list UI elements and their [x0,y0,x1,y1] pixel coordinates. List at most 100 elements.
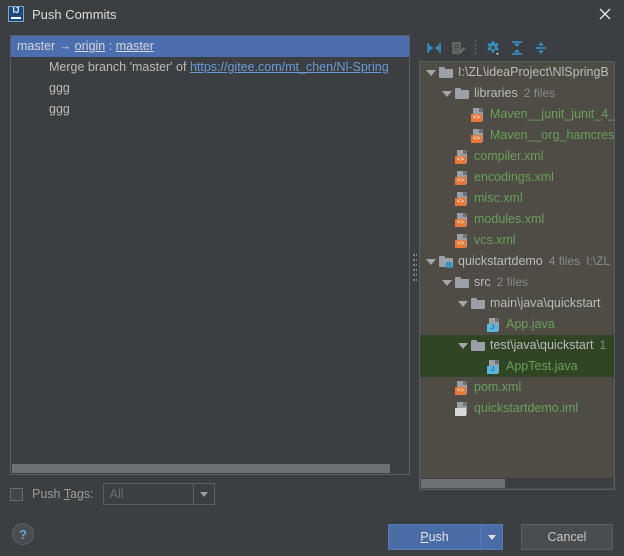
chevron-down-icon [442,90,452,97]
tree-twisty-expanded-icon[interactable] [456,300,470,307]
chevron-down-icon [487,534,496,540]
tree-row[interactable]: <> compiler.xml [420,146,614,167]
collapse-lines-icon [536,42,546,54]
push-tags-combobox-arrow[interactable] [192,484,214,504]
commit-message-text: ggg [49,102,70,116]
chevron-down-icon [426,258,436,265]
java-badge-icon: J [487,365,498,374]
settings-button[interactable] [482,37,504,59]
tree-row[interactable]: J App.java [420,314,614,335]
xml-badge-icon: <> [471,113,482,122]
collapse-all-button[interactable] [423,37,445,59]
commit-list-panel[interactable]: master → origin : master Merge branch 'm… [10,35,410,475]
expand-all-icon [512,41,522,55]
java-badge-icon: J [487,323,498,332]
tree-twisty-expanded-icon[interactable] [424,69,438,76]
edit-source-icon [452,42,466,55]
tree-twisty-expanded-icon[interactable] [440,279,454,286]
scrollbar-thumb[interactable] [421,479,505,488]
tree-row[interactable]: <> Maven__junit_junit_4_1 [420,104,614,125]
close-button[interactable] [592,2,618,26]
tree-row-name: src [474,275,491,289]
tree-row[interactable]: test\java\quickstart 1 [420,335,614,356]
splitter-dots-icon [413,254,417,282]
tree-row-name: vcs.xml [474,233,516,247]
collapse-lines-button[interactable] [530,37,552,59]
commit-row[interactable]: Merge branch 'master' of https://gitee.c… [11,57,409,78]
commit-row[interactable]: ggg [11,78,409,99]
folder-icon [454,86,470,102]
branch-header-row[interactable]: master → origin : master [11,36,409,57]
tree-twisty-expanded-icon[interactable] [424,258,438,265]
tree-row-name: Maven__org_hamcres [490,128,614,142]
xml-file-icon: <> [454,149,470,165]
tree-scroll-area[interactable]: I:\ZL\ideaProject\NlSpringB libraries 2 fi… [420,62,614,478]
window-title: Push Commits [32,6,117,22]
tree-row[interactable]: I:\ZL\ideaProject\NlSpringB [420,62,614,83]
xml-badge-icon: <> [455,386,466,395]
local-branch-label: master [17,39,56,53]
settings-gear-icon [487,41,499,56]
cancel-button[interactable]: Cancel [521,524,613,550]
remote-branch-link[interactable]: master [116,39,154,53]
tree-row-name: quickstartdemo.iml [474,401,579,415]
xml-badge-icon: <> [455,155,466,164]
scrollbar-thumb[interactable] [12,464,390,473]
commit-list-horizontal-scrollbar[interactable] [12,463,408,473]
xml-badge-icon: <> [455,176,466,185]
commit-list[interactable]: master → origin : master Merge branch 'm… [11,36,409,463]
tree-row[interactable]: <> encodings.xml [420,167,614,188]
xml-file-icon: <> [454,212,470,228]
commit-message-url[interactable]: https://gitee.com/mt_chen/Nl-Spring [190,60,389,74]
xml-badge-icon: <> [455,218,466,227]
push-tags-label-after: ags: [70,487,94,501]
tree-toolbar [419,35,615,61]
tree-row[interactable]: <> misc.xml [420,188,614,209]
file-tree[interactable]: I:\ZL\ideaProject\NlSpringB libraries 2 fi… [419,61,615,490]
tree-horizontal-scrollbar[interactable] [421,478,613,488]
panel-splitter-handle[interactable] [411,248,419,288]
folder-icon [470,296,486,312]
push-dropdown-button[interactable] [480,524,503,550]
help-button[interactable]: ? [12,523,34,545]
push-tags-row: Push Tags: All [10,483,215,505]
file-tree-panel: I:\ZL\ideaProject\NlSpringB libraries 2 fi… [419,35,615,490]
tree-row-name: quickstartdemo [458,254,543,268]
tree-row-name: libraries [474,86,518,100]
tree-row[interactable]: <> Maven__org_hamcres [420,125,614,146]
tree-row-name: modules.xml [474,212,545,226]
folder-icon [438,254,454,270]
tree-twisty-expanded-icon[interactable] [440,90,454,97]
tree-row[interactable]: main\java\quickstart [420,293,614,314]
push-tags-combobox[interactable]: All [102,483,215,505]
intellij-idea-icon [8,6,24,22]
arrow-label: → [58,39,72,53]
tree-row[interactable]: J AppTest.java [420,356,614,377]
commit-row[interactable]: ggg [11,99,409,120]
tree-row[interactable]: src 2 files [420,272,614,293]
push-button[interactable]: Push [388,524,480,550]
tree-row-name: App.java [506,317,555,331]
tree-row-name: encodings.xml [474,170,554,184]
expand-all-button[interactable] [506,37,528,59]
tree-row[interactable]: <> modules.xml [420,209,614,230]
remote-name-link[interactable]: origin [75,39,106,53]
tree-twisty-expanded-icon[interactable] [456,342,470,349]
tree-row[interactable]: libraries 2 files [420,83,614,104]
chevron-down-icon [442,279,452,286]
xml-file-icon: <> [470,107,486,123]
collapse-all-icon [427,43,441,53]
toolbar-separator [475,40,476,56]
module-badge-icon [446,261,452,268]
tree-row[interactable]: quickstartdemo.iml [420,398,614,419]
tree-row[interactable]: <> pom.xml [420,377,614,398]
push-split-button[interactable]: Push [388,524,503,550]
tree-row[interactable]: <> vcs.xml [420,230,614,251]
tree-row-meta: 2 files [523,86,556,100]
tree-row[interactable]: quickstartdemo 4 files I:\ZL [420,251,614,272]
edit-source-button[interactable] [447,37,469,59]
xml-file-icon: <> [454,191,470,207]
push-button-label-after: ush [428,530,449,544]
java-file-icon: J [486,317,502,333]
push-tags-checkbox[interactable] [10,487,23,501]
